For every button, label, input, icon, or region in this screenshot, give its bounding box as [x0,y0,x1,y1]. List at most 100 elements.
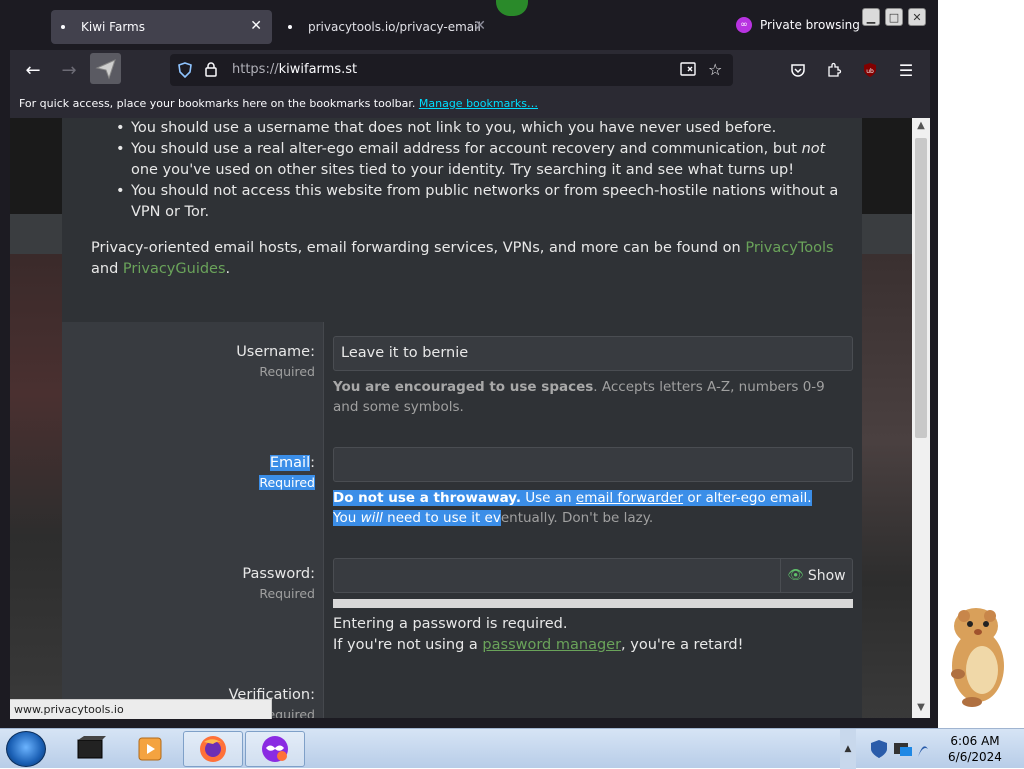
username-input[interactable]: Leave it to bernie [333,336,853,371]
page-scrollbar[interactable]: ▲ ▼ [912,118,930,718]
status-bar-url: www.privacytools.io [10,699,272,719]
tray-network-icon[interactable] [892,739,914,763]
username-hint-bold: You are encouraged to use spaces [333,379,594,395]
eye-icon: 👁 [787,568,804,583]
tracking-shield-icon[interactable] [178,62,192,82]
scroll-up-arrow-icon[interactable]: ▲ [915,120,927,134]
email-label-colon: : [310,455,315,471]
email-forwarder-link[interactable]: email forwarder [576,490,683,506]
svg-text:ub: ub [866,68,874,75]
password-manager-link[interactable]: password manager [482,637,621,653]
email-input[interactable] [333,447,853,482]
email-hint-line2-c: entually. Don't be lazy. [500,510,654,526]
extensions-puzzle-icon[interactable] [824,60,844,80]
bullet-text: You should use a real alter-ego email ad… [131,141,797,157]
email-hint-line2-a: You [333,510,361,526]
taskbar-terminal-icon[interactable] [60,731,120,767]
browser-window: Kiwi Farms ✕ privacytools.io/privacy-ema… [0,0,938,728]
start-button[interactable] [6,731,46,767]
emphasis-text: not [801,141,826,157]
ublock-origin-icon[interactable]: ub [860,60,880,80]
username-required: Required [259,364,315,379]
privacy-end-text: . [225,261,231,277]
tab-favicon-icon [288,25,292,29]
manage-bookmarks-link[interactable]: Manage bookmarks… [419,97,538,110]
password-required: Required [259,586,315,601]
tab-bar: Kiwi Farms ✕ privacytools.io/privacy-ema… [0,0,938,50]
list-item: You should use a username that does not … [91,118,841,139]
taskbar-firefox-icon[interactable] [183,731,243,767]
tab-label: Kiwi Farms [81,20,145,34]
scroll-down-arrow-icon[interactable]: ▼ [915,702,927,716]
privacy-and-text: and [91,261,119,277]
privacy-paragraph: Privacy-oriented email hosts, email forw… [91,238,841,280]
url-protocol: https:// [232,62,279,77]
list-item: You should not access this website from … [91,181,841,223]
taskbar-media-player-icon[interactable] [120,731,180,767]
taskbar-clock[interactable]: 6:06 AM 6/6/2024 [940,733,1010,765]
page-action-icon[interactable] [680,62,696,80]
registration-form: Username: Required Email: Required Passw… [62,322,862,718]
list-item: You should use a real alter-ego email ad… [91,139,841,181]
registration-intro: You should use a username that does not … [91,118,841,280]
show-hidden-icons-arrow-icon[interactable]: ▲ [840,729,856,769]
tab-privacytools[interactable]: privacytools.io/privacy-email ✕ [278,10,488,44]
password-input[interactable]: 👁 Show [333,558,853,593]
scroll-thumb[interactable] [915,138,927,438]
username-label: Username: [236,344,315,360]
bookmarks-toolbar: For quick access, place your bookmarks h… [10,90,930,118]
background-art-right [862,254,912,718]
email-required-text: Required [259,475,315,490]
maximize-button[interactable]: □ [885,8,903,26]
tab-kiwi-farms[interactable]: Kiwi Farms ✕ [51,10,272,44]
email-hint: Do not use a throwaway. Use an email for… [333,488,853,528]
bullet-text: You should use a username that does not … [131,120,777,136]
url-bar[interactable]: https://kiwifarms.st ☆ [170,54,733,86]
email-hint-mid: Use an [520,490,576,506]
email-hint-line2-b: need to use it ev [382,510,501,526]
private-browsing-label: Private browsing [760,18,860,32]
privacy-text: Privacy-oriented email hosts, email forw… [91,240,741,256]
forward-arrow-icon[interactable]: → [58,59,80,81]
password-label: Password: [242,566,315,582]
minimize-button[interactable]: ▁ [862,8,880,26]
username-hint: You are encouraged to use spaces. Accept… [333,377,853,417]
privacytools-link[interactable]: PrivacyTools [745,240,833,256]
tab-favicon-icon [61,25,65,29]
privacyguides-link[interactable]: PrivacyGuides [123,261,226,277]
private-mask-icon: ∞ [736,17,752,33]
password-message-1: Entering a password is required. [333,616,568,632]
tab-close-icon[interactable]: ✕ [250,18,262,34]
registration-card: You should use a username that does not … [62,118,862,718]
windows-taskbar: ▲ 6:06 AM 6/6/2024 [0,728,1024,769]
tray-security-shield-icon[interactable] [868,739,890,763]
email-hint-bold: Do not use a throwaway. [333,490,521,506]
email-hint-tail: or alter-ego email. [683,490,812,506]
tab-label: privacytools.io/privacy-email [308,20,481,34]
bookmark-star-icon[interactable]: ☆ [708,60,722,79]
email-label-text: Email [269,455,311,471]
close-window-button[interactable]: ✕ [908,8,926,26]
page-viewport: You should use a username that does not … [10,118,912,718]
taskbar-private-browsing-icon[interactable] [245,731,305,767]
tab-close-icon[interactable]: ✕ [474,18,486,34]
pocket-icon[interactable] [788,60,808,80]
bullet-text: You should not access this website from … [131,183,839,220]
navigation-toolbar: ← → https://kiwifarms.st ☆ ub ☰ [10,50,930,90]
back-arrow-icon[interactable]: ← [22,59,44,81]
show-password-button[interactable]: 👁 Show [780,559,852,592]
pm-prefix: If you're not using a [333,637,483,653]
form-label-column: Username: Required Email: Required Passw… [62,322,324,718]
hamburger-menu-icon[interactable]: ☰ [896,60,916,80]
bullet-text-tail: one you've used on other sites tied to y… [131,162,795,178]
password-strength-meter [333,599,853,608]
url-text[interactable]: https://kiwifarms.st [232,62,357,77]
email-hint-emphasis: will [360,510,383,526]
show-password-label: Show [807,567,846,584]
form-input-column: Leave it to bernie You are encouraged to… [325,322,862,718]
tray-app-icon[interactable] [916,739,930,763]
green-notch-decoration [496,0,528,16]
extension-plane-button[interactable] [90,53,121,84]
lock-icon[interactable] [205,62,217,81]
hamster-sticker-image [942,604,1008,708]
